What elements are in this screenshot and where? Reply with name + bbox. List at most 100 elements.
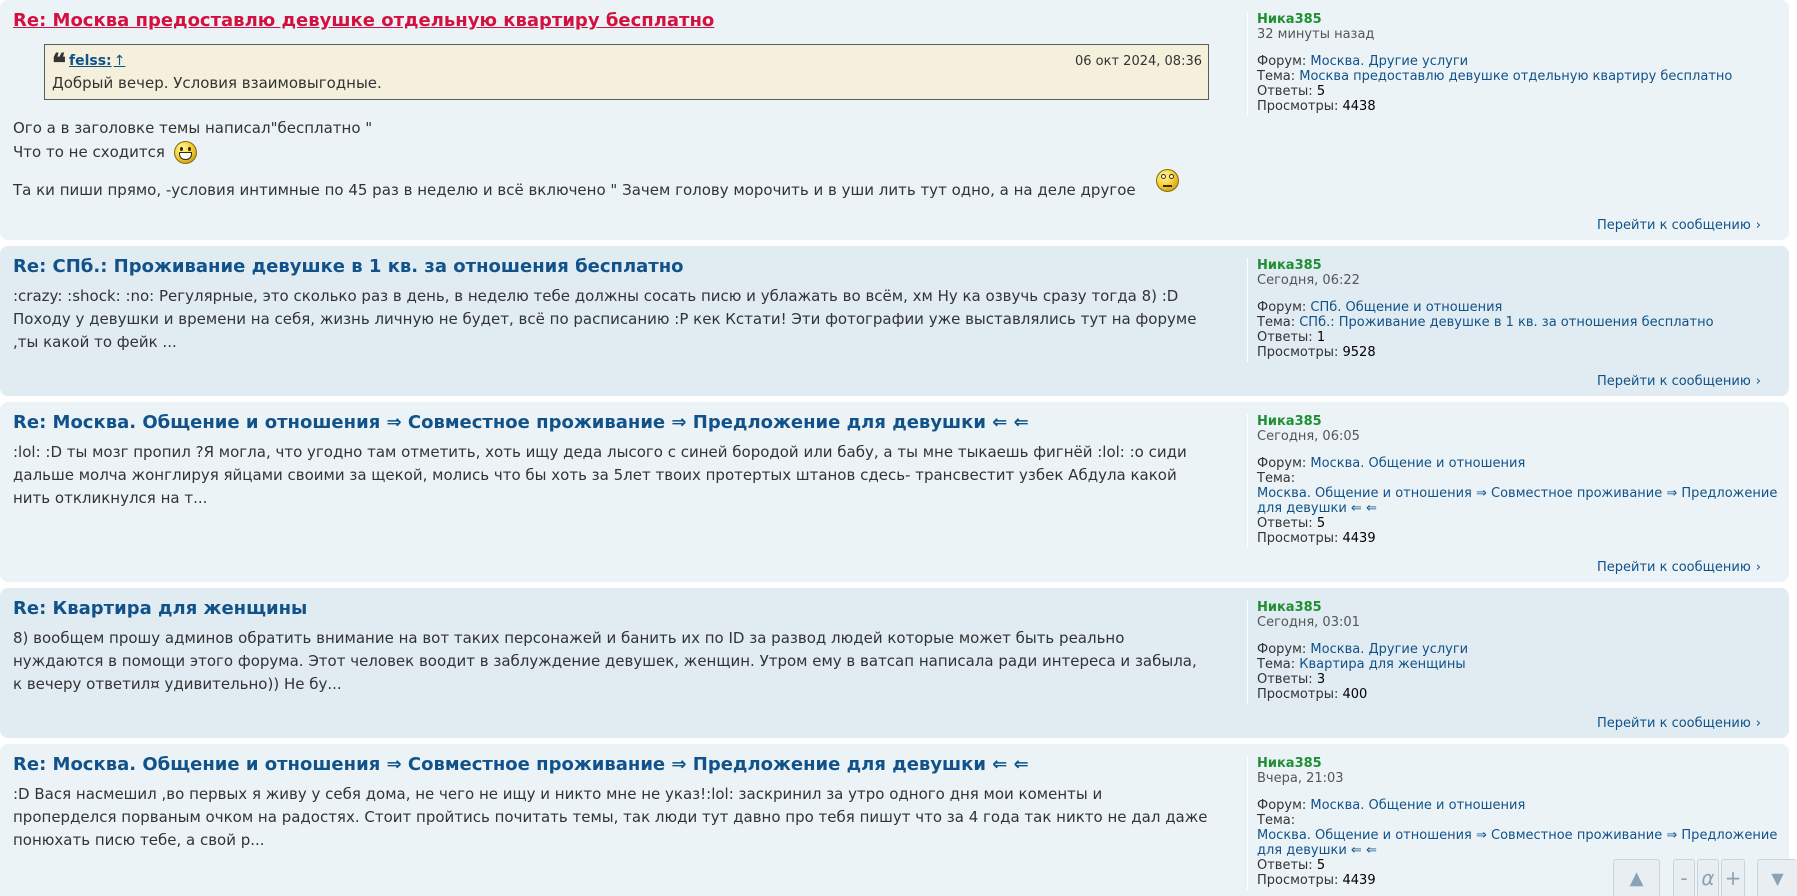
post-title-link[interactable]: Re: Москва. Общение и отношения ⇒ Совмес… [13, 412, 1210, 434]
post-time: Сегодня, 06:05 [1257, 429, 1360, 444]
post-time: 32 минуты назад [1257, 27, 1375, 42]
chevron-right-icon: › [1755, 560, 1761, 575]
topic-row: Тема: [1257, 471, 1296, 486]
font-increase-button[interactable]: + [1721, 859, 1745, 896]
chevron-right-icon: › [1755, 218, 1761, 233]
topic-row-link: Москва. Общение и отношения ⇒ Совместное… [1257, 486, 1787, 516]
forum-row: Форум: Москва. Общение и отношения [1257, 798, 1526, 813]
views-count: 4438 [1342, 99, 1376, 114]
topic-link[interactable]: Квартира для женщины [1299, 657, 1465, 672]
post-excerpt: :crazy: :shock: :no: Регулярные, это ско… [13, 287, 1197, 351]
post-text: Что то не сходится [13, 143, 165, 161]
views-row: Просмотры: 4439 [1257, 531, 1376, 546]
views-row: Просмотры: 400 [1257, 687, 1368, 702]
topic-row-link: Москва. Общение и отношения ⇒ Совместное… [1257, 828, 1787, 858]
replies-row: Ответы: 5 [1257, 84, 1326, 99]
post-time: Сегодня, 03:01 [1257, 615, 1360, 630]
scroll-to-bottom-button[interactable]: ▼ [1757, 859, 1797, 896]
search-result-post: Re: Квартира для женщины 8) вообщем прош… [0, 588, 1789, 738]
topic-row: Тема: [1257, 813, 1296, 828]
replies-count: 5 [1316, 516, 1326, 531]
forum-row: Форум: Москва. Общение и отношения [1257, 456, 1526, 471]
views-count: 4439 [1342, 873, 1376, 888]
forum-link[interactable]: СПб. Общение и отношения [1310, 300, 1502, 315]
replies-count: 5 [1316, 858, 1326, 873]
replies-count: 5 [1316, 84, 1326, 99]
forum-link[interactable]: Москва. Общение и отношения [1310, 798, 1525, 813]
forum-link[interactable]: Москва. Общение и отношения [1310, 456, 1525, 471]
forum-row: Форум: Москва. Другие услуги [1257, 642, 1469, 657]
topic-link[interactable]: СПб.: Проживание девушке в 1 кв. за отно… [1299, 315, 1713, 330]
quote-icon: ❝ [52, 49, 66, 79]
post-text-line: Ого а в заголовке темы написал"бесплатно… [13, 119, 373, 137]
post-body: Re: Квартира для женщины 8) вообщем прош… [13, 598, 1210, 696]
post-excerpt: 8) вообщем прошу админов обратить вниман… [13, 629, 1197, 693]
quote-header: ❝ felss: ↑ [52, 49, 1201, 79]
jump-to-post-link[interactable]: Перейти к сообщению › [1597, 716, 1761, 732]
forum-link[interactable]: Москва. Другие услуги [1310, 642, 1468, 657]
post-title-link[interactable]: Re: СПб.: Проживание девушке в 1 кв. за … [13, 256, 1210, 278]
post-time: Вчера, 21:03 [1257, 771, 1344, 786]
forum-row: Форум: СПб. Общение и отношения [1257, 300, 1503, 315]
replies-count: 1 [1316, 330, 1326, 345]
views-count: 9528 [1342, 345, 1376, 360]
author-link[interactable]: Ника385 [1257, 600, 1787, 615]
quote-source-link[interactable]: ↑ [114, 53, 126, 69]
chevron-right-icon: › [1755, 374, 1761, 389]
author-link[interactable]: Ника385 [1257, 414, 1787, 429]
jump-to-post-link[interactable]: Перейти к сообщению › [1597, 374, 1761, 390]
forum-row: Форум: Москва. Другие услуги [1257, 54, 1469, 69]
quote-block: ❝ felss: ↑ 06 окт 2024, 08:36 Добрый вечер… [44, 44, 1209, 100]
quote-author-link[interactable]: felss: [69, 53, 112, 69]
post-meta: Ника385 Сегодня, 06:22 Форум: СПб. Общен… [1247, 258, 1787, 362]
post-title-link[interactable]: Re: Москва предоставлю девушке отдельную… [13, 10, 1210, 32]
author-link[interactable]: Ника385 [1257, 258, 1787, 273]
views-row: Просмотры: 4438 [1257, 99, 1376, 114]
topic-link[interactable]: Москва. Общение и отношения ⇒ Совместное… [1257, 828, 1777, 858]
post-body: Re: Москва. Общение и отношения ⇒ Совмес… [13, 754, 1210, 852]
quote-date: 06 окт 2024, 08:36 [1075, 54, 1202, 69]
font-reset-button[interactable]: α [1697, 859, 1719, 896]
scroll-to-top-button[interactable]: ▲ [1613, 859, 1660, 896]
replies-row: Ответы: 5 [1257, 516, 1326, 531]
font-decrease-button[interactable]: - [1673, 859, 1695, 896]
topic-link[interactable]: Москва. Общение и отношения ⇒ Совместное… [1257, 486, 1777, 516]
topic-row: Тема: Квартира для женщины [1257, 657, 1466, 672]
post-body: Re: СПб.: Проживание девушке в 1 кв. за … [13, 256, 1210, 354]
replies-count: 3 [1316, 672, 1326, 687]
grin-smiley-icon [173, 141, 197, 164]
post-excerpt: :lol: :D ты мозг пропил ?Я могла, что уг… [13, 443, 1187, 507]
post-title-link[interactable]: Re: Квартира для женщины [13, 598, 1210, 620]
topic-row: Тема: Москва предоставлю девушке отдельн… [1257, 69, 1733, 84]
search-result-post: Re: СПб.: Проживание девушке в 1 кв. за … [0, 246, 1789, 396]
post-excerpt: :D Вася насмешил ,во первых я живу у себ… [13, 785, 1208, 849]
post-body: Re: Москва. Общение и отношения ⇒ Совмес… [13, 412, 1210, 510]
chevron-right-icon: › [1755, 716, 1761, 731]
search-result-post: Re: Москва. Общение и отношения ⇒ Совмес… [0, 402, 1789, 582]
jump-to-post-link[interactable]: Перейти к сообщению › [1597, 560, 1761, 576]
post-body: Re: Москва предоставлю девушке отдельную… [13, 10, 1210, 202]
post-text-line-with-smiley: Что то не сходится [13, 140, 1210, 164]
quote-text: Добрый вечер. Условия взаимовыгодные. [52, 74, 382, 92]
forum-link[interactable]: Москва. Другие услуги [1310, 54, 1468, 69]
topic-link[interactable]: Москва предоставлю девушке отдельную ква… [1299, 69, 1732, 84]
post-meta: Ника385 Сегодня, 03:01 Форум: Москва. Др… [1247, 600, 1787, 704]
replies-row: Ответы: 3 [1257, 672, 1326, 687]
jump-to-post-link[interactable]: Перейти к сообщению › [1597, 218, 1761, 234]
rolling-eyes-smiley-icon [1156, 169, 1180, 192]
post-text-line-with-smiley: Та ки пиши прямо, -условия интимные по 4… [13, 169, 1210, 202]
views-row: Просмотры: 9528 [1257, 345, 1376, 360]
search-result-post: Re: Москва предоставлю девушке отдельную… [0, 0, 1789, 240]
views-count: 400 [1342, 687, 1368, 702]
post-time: Сегодня, 06:22 [1257, 273, 1360, 288]
replies-row: Ответы: 1 [1257, 330, 1326, 345]
author-link[interactable]: Ника385 [1257, 756, 1787, 771]
search-result-post: Re: Москва. Общение и отношения ⇒ Совмес… [0, 744, 1789, 896]
post-title-link[interactable]: Re: Москва. Общение и отношения ⇒ Совмес… [13, 754, 1210, 776]
post-meta: Ника385 Сегодня, 06:05 Форум: Москва. Об… [1247, 414, 1787, 548]
search-results: Re: Москва предоставлю девушке отдельную… [0, 0, 1797, 896]
views-count: 4439 [1342, 531, 1376, 546]
author-link[interactable]: Ника385 [1257, 12, 1787, 27]
post-meta: Ника385 32 минуты назад Форум: Москва. Д… [1247, 12, 1787, 116]
topic-row: Тема: СПб.: Проживание девушке в 1 кв. з… [1257, 315, 1714, 330]
